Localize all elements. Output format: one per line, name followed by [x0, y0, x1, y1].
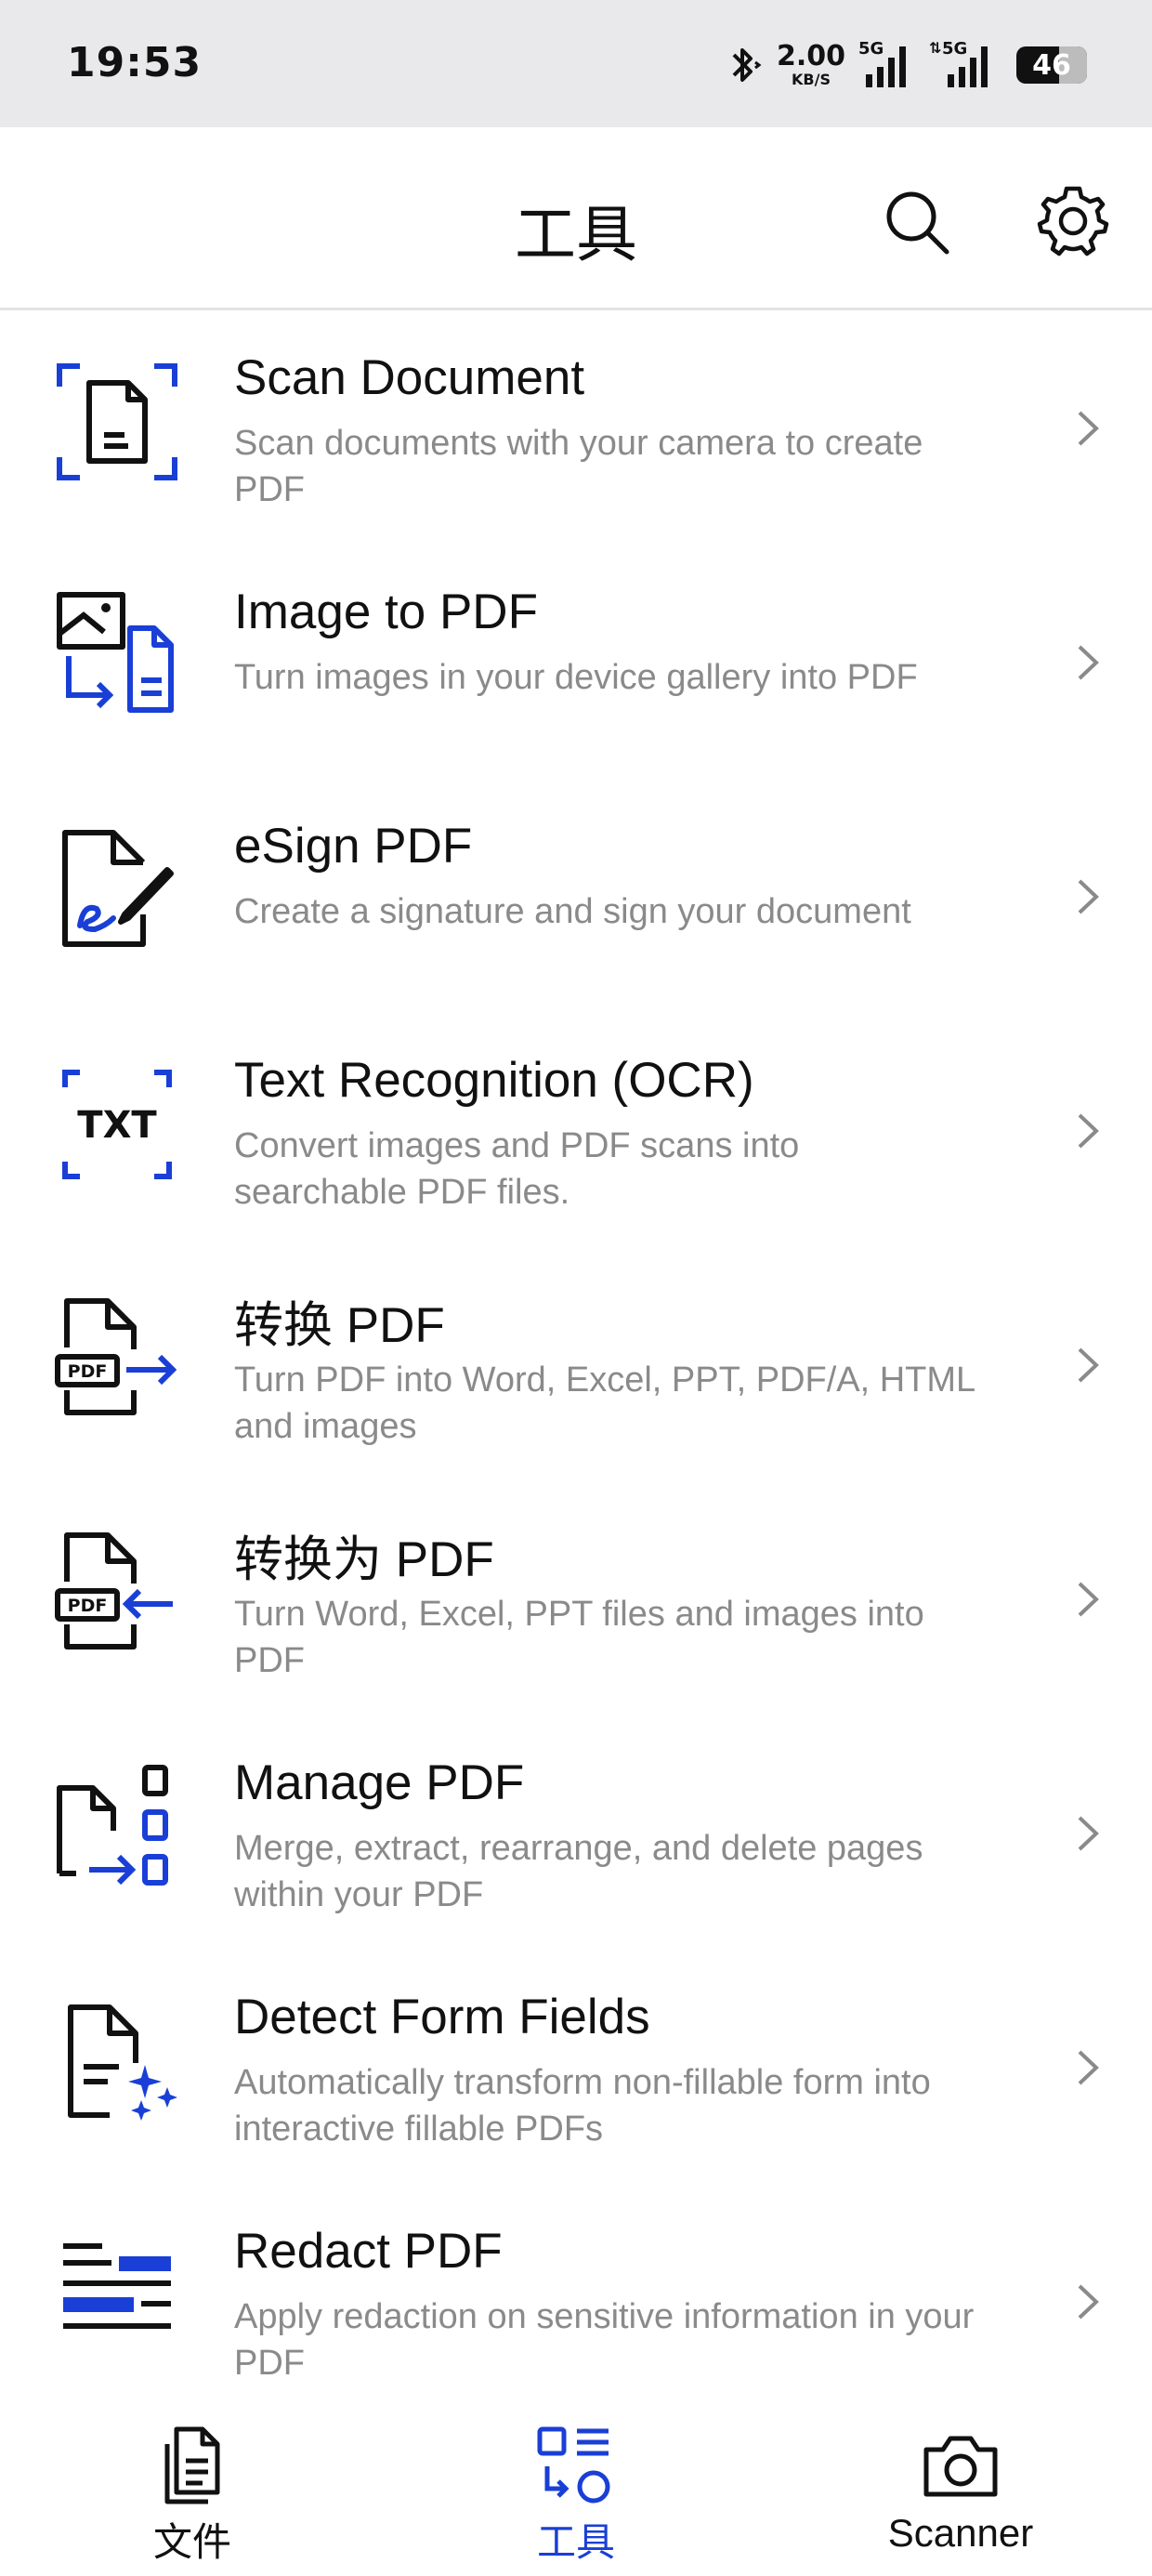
tool-item-convert-pdf[interactable]: PDF 转换 PDF Turn PDF into Word, Excel, PP…	[0, 1247, 1152, 1481]
tool-title: eSign PDF	[234, 819, 473, 874]
tool-description: Apply redaction on sensitive information…	[234, 2297, 975, 2383]
tool-title: Redact PDF	[234, 2224, 503, 2279]
chevron-right-icon	[1078, 411, 1099, 446]
battery-icon: 46	[1016, 46, 1087, 84]
search-button[interactable]	[878, 183, 956, 261]
tool-item-esign-pdf[interactable]: eSign PDF Create a signature and sign yo…	[0, 779, 1152, 1013]
nav-scanner[interactable]: Scanner	[821, 2399, 1100, 2576]
network-speed: 2.00 KB/S	[777, 43, 845, 87]
chevron-right-icon	[1078, 879, 1099, 914]
app-header: 工具	[0, 127, 1152, 310]
network-speed-value: 2.00	[776, 40, 845, 72]
image-to-pdf-icon	[57, 592, 174, 713]
tool-description: Create a signature and sign your documen…	[234, 892, 911, 931]
signal-5g-secondary: ⇅ 5G	[929, 39, 1003, 91]
bottom-nav: 文件 工具 Scanner	[0, 2399, 1152, 2576]
convert-pdf-icon: PDF	[55, 1298, 177, 1415]
manage-pdf-icon	[57, 1765, 168, 1886]
tool-item-manage-pdf[interactable]: Manage PDF Merge, extract, rearrange, an…	[0, 1715, 1152, 1950]
search-icon	[886, 191, 949, 255]
nav-files[interactable]: 文件	[53, 2399, 332, 2576]
tool-title: Scan Document	[234, 350, 585, 405]
ocr-icon: TXT	[62, 1070, 172, 1179]
svg-text:PDF: PDF	[68, 1596, 108, 1616]
bluetooth-icon	[732, 48, 762, 82]
battery-level: 46	[1032, 48, 1071, 82]
tool-title: Manage PDF	[234, 1755, 525, 1810]
settings-button[interactable]	[1034, 183, 1112, 261]
tool-item-scan-document[interactable]: Scan Document Scan documents with your c…	[0, 310, 1152, 545]
nav-scanner-label: Scanner	[887, 2511, 1034, 2555]
tool-description: Automatically transform non-fillable for…	[234, 2063, 931, 2149]
tools-icon	[537, 2426, 610, 2504]
nav-tools-label: 工具	[536, 2520, 615, 2564]
chevron-right-icon	[1078, 2050, 1099, 2085]
gear-icon	[1037, 186, 1109, 256]
chevron-right-icon	[1078, 1582, 1099, 1617]
svg-text:PDF: PDF	[68, 1361, 108, 1382]
esign-icon	[62, 830, 174, 947]
chevron-right-icon	[1078, 1113, 1099, 1149]
tool-description: Turn images in your device gallery into …	[234, 658, 918, 697]
camera-icon	[923, 2436, 998, 2497]
tool-title: Image to PDF	[234, 585, 538, 639]
files-icon	[164, 2426, 220, 2504]
tool-title: 转换为 PDF	[234, 1532, 494, 1587]
tool-description: Turn Word, Excel, PPT files and images i…	[234, 1595, 924, 1680]
page-title: 工具	[515, 199, 637, 270]
tool-item-redact-pdf[interactable]: Redact PDF Apply redaction on sensitive …	[0, 2184, 1152, 2418]
signal-bars-icon-2	[948, 46, 988, 87]
chevron-right-icon	[1078, 1347, 1099, 1383]
tool-title: 转换 PDF	[234, 1298, 445, 1353]
tool-description: Scan documents with your camera to creat…	[234, 424, 923, 509]
tool-description: Turn PDF into Word, Excel, PPT, PDF/A, H…	[234, 1360, 975, 1446]
status-bar: 19:53 2.00 KB/S 5G ⇅ 5G 46	[0, 0, 1152, 127]
tool-description: Merge, extract, rearrange, and delete pa…	[234, 1829, 923, 1914]
status-time: 19:53	[67, 39, 203, 86]
svg-text:TXT: TXT	[77, 1104, 157, 1147]
tool-item-ocr[interactable]: TXT Text Recognition (OCR) Convert image…	[0, 1013, 1152, 1247]
tool-item-image-to-pdf[interactable]: Image to PDF Turn images in your device …	[0, 545, 1152, 779]
tool-list: Scan Document Scan documents with your c…	[0, 310, 1152, 2418]
signal-5g-primary: 5G	[858, 39, 916, 91]
chevron-right-icon	[1078, 645, 1099, 680]
status-indicators: 2.00 KB/S 5G ⇅ 5G 46	[727, 37, 1087, 93]
convert-to-pdf-icon: PDF	[55, 1532, 173, 1649]
tool-title: Detect Form Fields	[234, 1990, 650, 2044]
redact-icon	[63, 2243, 171, 2329]
tool-description: Convert images and PDF scans into search…	[234, 1126, 800, 1212]
nav-files-label: 文件	[152, 2520, 231, 2564]
signal-bars-icon	[866, 46, 906, 87]
scan-document-icon	[57, 363, 177, 480]
tool-title: Text Recognition (OCR)	[234, 1053, 754, 1108]
tool-item-convert-to-pdf[interactable]: PDF 转换为 PDF Turn Word, Excel, PPT files …	[0, 1481, 1152, 1715]
chevron-right-icon	[1078, 1816, 1099, 1851]
network-speed-unit: KB/S	[792, 71, 831, 88]
tool-item-detect-form-fields[interactable]: Detect Form Fields Automatically transfo…	[0, 1950, 1152, 2184]
form-fields-icon	[68, 2004, 177, 2121]
nav-tools[interactable]: 工具	[437, 2399, 715, 2576]
chevron-right-icon	[1078, 2284, 1099, 2320]
